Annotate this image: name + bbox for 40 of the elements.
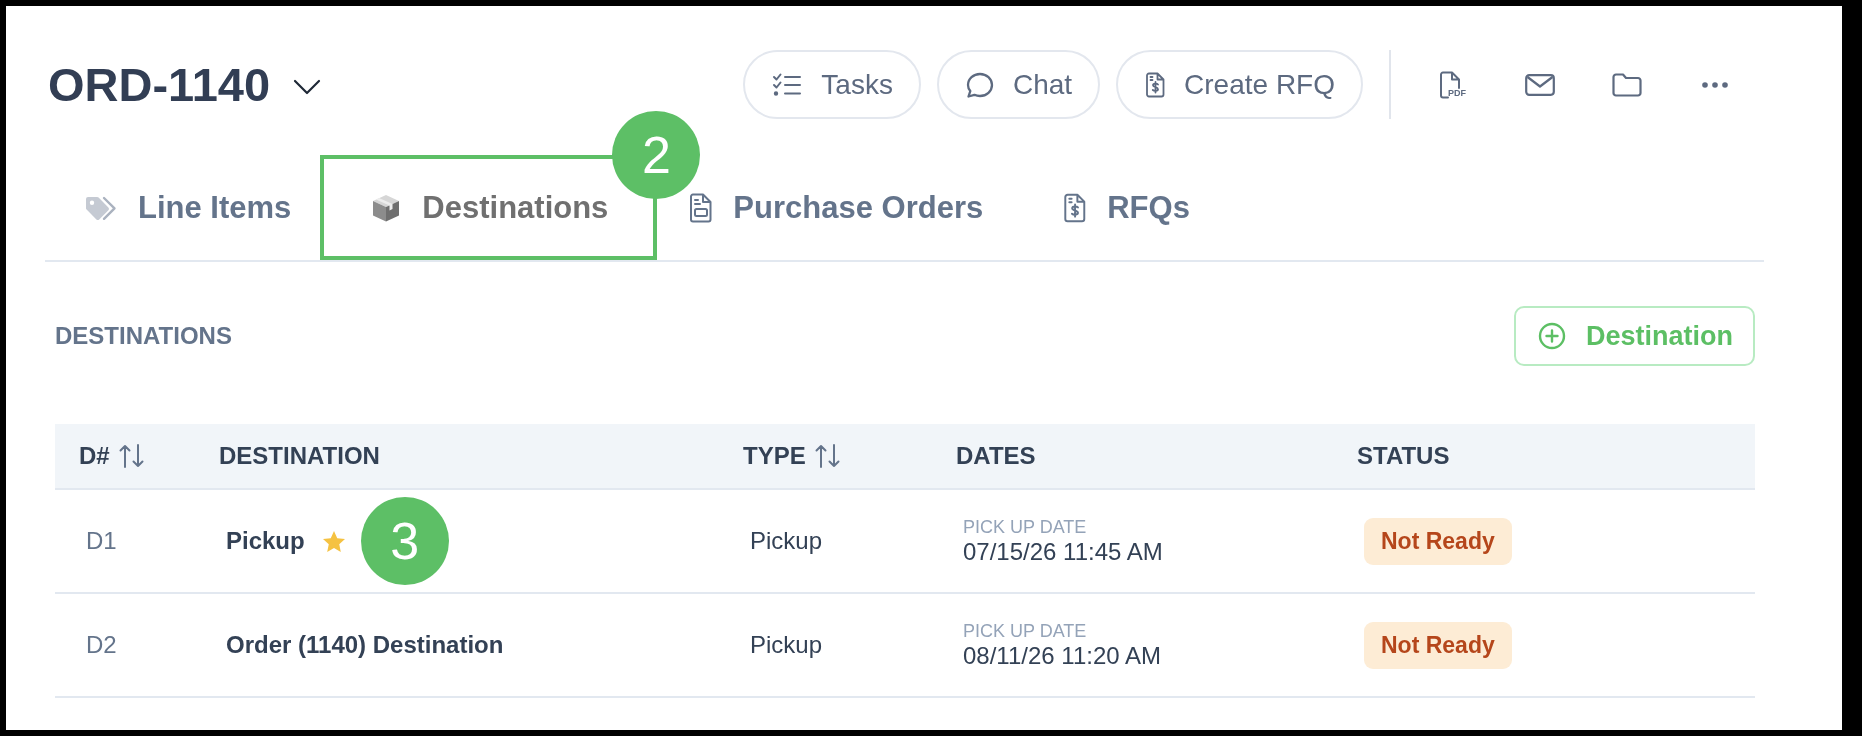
sort-icon[interactable] — [813, 443, 842, 469]
plus-circle-icon — [1538, 322, 1566, 350]
tasks-button[interactable]: Tasks — [743, 50, 921, 119]
speech-bubble-icon — [965, 70, 994, 99]
tag-icon — [85, 195, 117, 221]
document-dollar-icon — [1063, 193, 1087, 223]
create-rfq-button[interactable]: Create RFQ — [1116, 50, 1363, 119]
column-header: DATES — [956, 442, 1036, 470]
column-header: DESTINATION — [219, 442, 380, 470]
column-header: STATUS — [1357, 442, 1450, 470]
date-value: 08/11/26 11:20 AM — [963, 642, 1161, 670]
box-icon — [371, 192, 402, 223]
destination-id: D1 — [86, 527, 117, 554]
status-badge: Not Ready — [1364, 621, 1512, 669]
sort-icon[interactable] — [117, 443, 146, 469]
destination-name[interactable]: Pickup — [226, 527, 305, 555]
date-label: PICK UP DATE — [963, 620, 1087, 642]
destination-name[interactable]: Order (1140) Destination — [226, 631, 504, 659]
checklist-icon — [772, 72, 803, 97]
column-header: TYPE — [743, 442, 806, 470]
date-value: 07/15/26 11:45 AM — [963, 538, 1163, 566]
document-dollar-icon — [1145, 71, 1166, 98]
chat-button[interactable]: Chat — [936, 50, 1101, 119]
more-icon[interactable] — [1702, 81, 1728, 88]
pdf-button[interactable]: PDF — [1439, 70, 1466, 99]
tab[interactable]: RFQs — [1023, 156, 1230, 260]
mail-icon[interactable] — [1525, 73, 1555, 96]
section-title: DESTINATIONS — [55, 322, 232, 350]
destination-type: Pickup — [750, 631, 823, 658]
folder-icon[interactable] — [1612, 72, 1642, 97]
step-callout: 3 — [360, 497, 449, 585]
destination-type: Pickup — [750, 527, 823, 554]
document-icon — [688, 193, 713, 223]
destination-id: D2 — [86, 631, 117, 658]
order-title: ORD-1140 — [48, 61, 271, 108]
date-label: PICK UP DATE — [963, 516, 1087, 538]
step-callout: 2 — [612, 111, 701, 199]
status-badge: Not Ready — [1364, 517, 1512, 565]
chevron-down-icon[interactable] — [293, 78, 322, 95]
column-header: D# — [79, 442, 110, 470]
